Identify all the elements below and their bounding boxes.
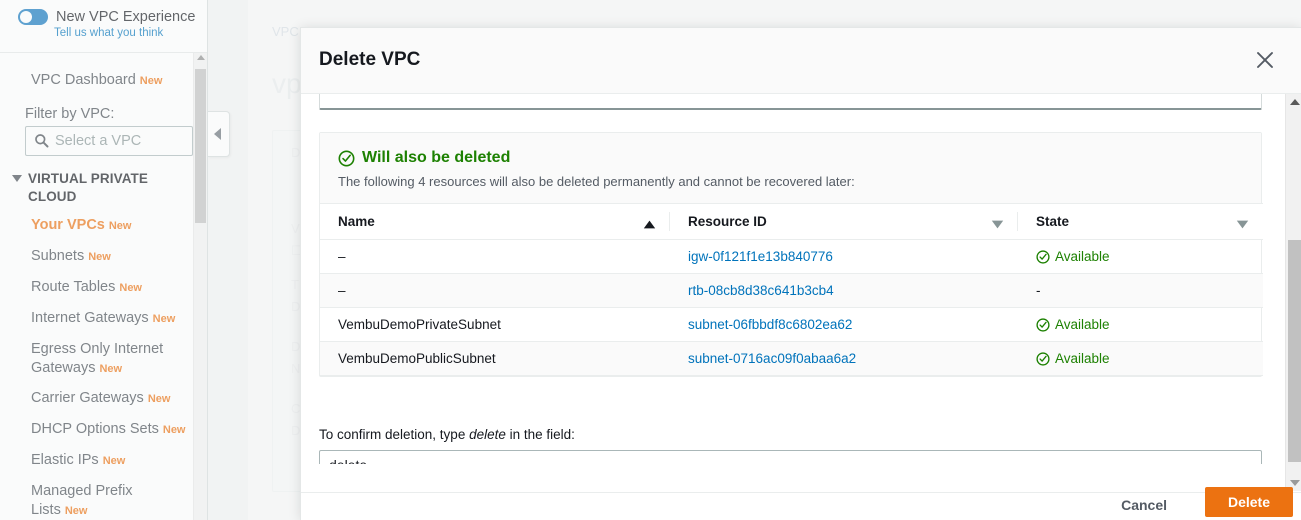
cell-name: VembuDemoPrivateSubnet <box>320 307 670 342</box>
status-badge: Available <box>1036 351 1263 366</box>
cell-resource-id: rtb-08cb8d38c641b3cb4 <box>670 273 1018 308</box>
column-header-name[interactable]: Name <box>320 203 670 240</box>
cell-state: Available <box>1018 341 1263 376</box>
delete-vpc-modal: Delete VPC Will also be deleted The foll… <box>300 27 1301 520</box>
resource-id-link[interactable]: subnet-06fbbdf8c6802ea62 <box>688 317 852 332</box>
resource-id-link[interactable]: igw-0f121f1e13b840776 <box>688 249 833 264</box>
confirm-label-emphasis: delete <box>469 427 506 442</box>
table-row: VembuDemoPublicSubnet subnet-0716ac09f0a… <box>320 341 1263 376</box>
check-circle-icon <box>1036 249 1050 264</box>
cell-name: – <box>320 273 670 308</box>
delete-button[interactable]: Delete <box>1205 487 1293 517</box>
table-header-row: Name Resource ID State <box>320 203 1263 240</box>
confirm-deletion-label: To confirm deletion, type delete in the … <box>319 427 575 442</box>
check-circle-icon <box>1036 351 1050 366</box>
check-circle-icon <box>338 150 355 166</box>
alert-header: Will also be deleted The following 4 res… <box>320 133 1261 203</box>
status-label: Available <box>1055 249 1110 264</box>
modal-scrollbar[interactable] <box>1285 94 1301 491</box>
status-badge: Available <box>1036 317 1263 332</box>
column-header-label: State <box>1036 214 1070 229</box>
resource-id-link[interactable]: subnet-0716ac09f0abaa6a2 <box>688 351 856 366</box>
table-row: – rtb-08cb8d38c641b3cb4 - <box>320 273 1263 308</box>
column-header-label: Resource ID <box>688 214 767 229</box>
scroll-up-arrow-icon[interactable] <box>1290 99 1300 105</box>
cancel-button[interactable]: Cancel <box>1111 491 1177 519</box>
column-header-resource-id[interactable]: Resource ID <box>670 203 1018 240</box>
cell-state: Available <box>1018 307 1263 342</box>
status-badge: Available <box>1036 249 1263 264</box>
scroll-down-arrow-icon[interactable] <box>1290 480 1300 486</box>
table-row: VembuDemoPrivateSubnet subnet-06fbbdf8c6… <box>320 307 1263 342</box>
modal-scrollbar-thumb[interactable] <box>1288 240 1301 462</box>
cell-name: – <box>320 239 670 274</box>
close-icon[interactable] <box>1251 46 1279 74</box>
scrolled-panel-above <box>319 94 1262 110</box>
modal-title: Delete VPC <box>319 49 421 70</box>
modal-header: Delete VPC <box>301 28 1301 94</box>
confirm-label-before: To confirm deletion, type <box>319 427 470 442</box>
alert-title-row: Will also be deleted <box>338 149 1243 167</box>
confirm-delete-input[interactable] <box>319 450 1262 464</box>
cell-state: Available <box>1018 239 1263 274</box>
modal-body: Will also be deleted The following 4 res… <box>301 94 1285 464</box>
cell-resource-id: igw-0f121f1e13b840776 <box>670 239 1018 274</box>
confirm-label-after: in the field: <box>505 427 575 442</box>
cell-resource-id: subnet-06fbbdf8c6802ea62 <box>670 307 1018 342</box>
status-label: Available <box>1055 317 1110 332</box>
sort-descending-icon <box>991 217 1004 232</box>
cell-state: - <box>1018 273 1263 308</box>
alert-heading: Will also be deleted <box>362 149 511 166</box>
cell-resource-id: subnet-0716ac09f0abaa6a2 <box>670 341 1018 376</box>
status-label: Available <box>1055 351 1110 366</box>
column-header-label: Name <box>338 214 375 229</box>
sort-descending-icon <box>1236 217 1249 232</box>
resource-id-link[interactable]: rtb-08cb8d38c641b3cb4 <box>688 283 834 298</box>
cell-name: VembuDemoPublicSubnet <box>320 341 670 376</box>
alert-description: The following 4 resources will also be d… <box>338 174 855 189</box>
sort-ascending-icon <box>643 217 656 232</box>
modal-footer: Cancel Delete <box>301 487 1301 520</box>
resources-table: Name Resource ID State – igw-0f121f1e13b… <box>320 203 1263 376</box>
check-circle-icon <box>1036 317 1050 332</box>
column-header-state[interactable]: State <box>1018 203 1263 240</box>
will-also-be-deleted-panel: Will also be deleted The following 4 res… <box>319 132 1263 377</box>
status-label: - <box>1036 283 1041 298</box>
table-row: – igw-0f121f1e13b840776 Available <box>320 239 1263 274</box>
